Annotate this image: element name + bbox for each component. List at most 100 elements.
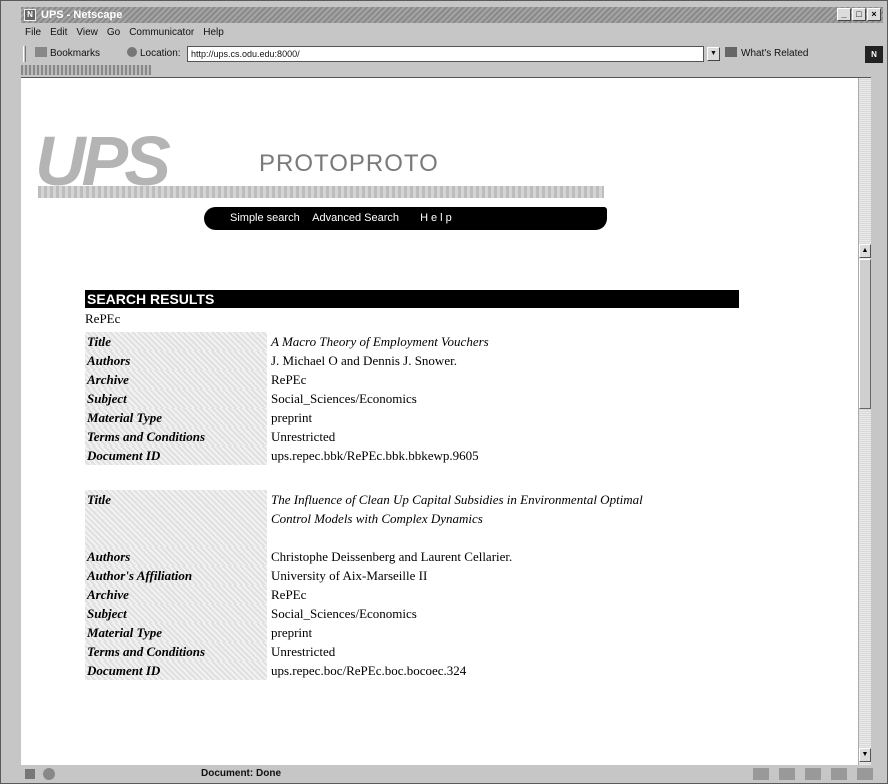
page-content: UPS PROTOPROTO Simple search Advanced Se… [21, 77, 871, 765]
results-source: RePEc [85, 311, 121, 326]
status-bar: Document: Done [21, 765, 883, 783]
field-label: Authors [85, 547, 267, 566]
scroll-up-arrow-icon[interactable]: ▲ [859, 244, 871, 258]
record-row-subject: Subject Social_Sciences/Economics [85, 604, 687, 623]
component-bar [753, 768, 873, 780]
location-label-group: Location: [127, 43, 181, 65]
record-affiliation: University of Aix-Marseille II [271, 568, 428, 583]
record-title[interactable]: A Macro Theory of Employment Vouchers [267, 332, 491, 351]
nav-help[interactable]: Help [420, 212, 455, 224]
field-label: Document ID [85, 661, 267, 680]
record-authors: Christophe Deissenberg and Laurent Cella… [271, 549, 513, 564]
record-row-material: Material Type preprint [85, 408, 491, 427]
whats-related-label: What's Related [741, 48, 809, 59]
site-logo-subtitle: PROTOPROTO [259, 150, 439, 177]
network-status-icon [43, 768, 55, 780]
search-results-header: SEARCH RESULTS [85, 290, 739, 308]
record-document-id: ups.repec.boc/RePEc.boc.bocoec.324 [271, 663, 467, 678]
location-label: Location: [140, 48, 181, 59]
record-row-material: Material Type preprint [85, 623, 687, 642]
result-record: Title The Influence of Clean Up Capital S… [85, 490, 687, 680]
minimize-button[interactable]: _ [837, 8, 851, 21]
bookmark-icon [35, 47, 47, 57]
record-archive: RePEc [271, 372, 307, 387]
record-archive: RePEc [271, 587, 307, 602]
record-authors: J. Michael O and Dennis J. Snower. [271, 353, 457, 368]
title-bar: N UPS - Netscape _ □ × [21, 7, 883, 23]
url-input[interactable]: http://ups.cs.odu.edu:8000/ [187, 46, 704, 62]
collapsed-toolbar-tab[interactable] [21, 65, 151, 75]
close-button[interactable]: × [867, 8, 881, 21]
field-label: Material Type [85, 623, 267, 642]
composer-icon[interactable] [857, 768, 873, 780]
newsgroups-icon[interactable] [805, 768, 821, 780]
record-document-id: ups.repec.bbk/RePEc.bbk.bbkewp.9605 [271, 448, 479, 463]
toolbar-grip[interactable] [23, 46, 26, 62]
record-row-authors: Authors J. Michael O and Dennis J. Snower… [85, 351, 491, 370]
record-row-archive: Archive RePEc [85, 585, 687, 604]
record-row-terms: Terms and Conditions Unrestricted [85, 642, 687, 661]
field-label: Title [85, 332, 267, 351]
record-row-title: Title The Influence of Clean Up Capital S… [85, 490, 687, 547]
bookmarks-button[interactable]: Bookmarks [35, 43, 100, 65]
security-lock-icon[interactable] [25, 769, 35, 779]
nav-advanced-search[interactable]: Advanced Search [312, 212, 399, 224]
location-icon [127, 47, 137, 57]
status-text: Document: Done [201, 768, 281, 779]
site-logo: UPS [35, 122, 171, 200]
menu-help[interactable]: Help [203, 25, 224, 41]
browser-window: N UPS - Netscape _ □ × File Edit View Go… [0, 0, 888, 784]
record-row-affiliation: Author's Affiliation University of Aix-Ma… [85, 566, 687, 585]
menu-bar: File Edit View Go Communicator Help [21, 25, 224, 41]
record-row-authors: Authors Christophe Deissenberg and Lauren… [85, 547, 687, 566]
maximize-button[interactable]: □ [852, 8, 866, 21]
field-label: Subject [85, 604, 267, 623]
record-row-title: Title A Macro Theory of Employment Vouche… [85, 332, 491, 351]
field-label: Title [85, 490, 267, 547]
record-title[interactable]: The Influence of Clean Up Capital Subsid… [267, 490, 687, 547]
record-subject: Social_Sciences/Economics [271, 391, 417, 406]
field-label: Authors [85, 351, 267, 370]
scroll-down-arrow-icon[interactable]: ▼ [859, 748, 871, 762]
menu-file[interactable]: File [25, 25, 41, 41]
record-material-type: preprint [271, 410, 313, 425]
mail-icon[interactable] [779, 768, 795, 780]
record-terms: Unrestricted [271, 429, 336, 444]
menu-go[interactable]: Go [107, 25, 120, 41]
record-material-type: preprint [271, 625, 313, 640]
record-subject: Social_Sciences/Economics [271, 606, 417, 621]
site-nav: Simple search Advanced Search Help [204, 207, 607, 230]
record-row-terms: Terms and Conditions Unrestricted [85, 427, 491, 446]
record-row-archive: Archive RePEc [85, 370, 491, 389]
bookmarks-label: Bookmarks [50, 48, 101, 59]
whats-related-button[interactable]: What's Related [725, 43, 809, 65]
navigator-icon[interactable] [753, 768, 769, 780]
field-label: Material Type [85, 408, 267, 427]
address-book-icon[interactable] [831, 768, 847, 780]
vertical-scrollbar[interactable]: ▲ ▼ [858, 78, 871, 765]
field-label: Terms and Conditions [85, 642, 267, 661]
menu-edit[interactable]: Edit [50, 25, 67, 41]
netscape-app-icon: N [24, 9, 36, 21]
result-record: Title A Macro Theory of Employment Vouche… [85, 332, 491, 465]
window-title: UPS - Netscape [41, 9, 123, 21]
scroll-thumb[interactable] [859, 259, 871, 409]
field-label: Terms and Conditions [85, 427, 267, 446]
field-label: Author's Affiliation [85, 566, 267, 585]
field-label: Subject [85, 389, 267, 408]
record-row-docid: Document ID ups.repec.bbk/RePEc.bbk.bbkew… [85, 446, 491, 465]
record-terms: Unrestricted [271, 644, 336, 659]
record-row-subject: Subject Social_Sciences/Economics [85, 389, 491, 408]
record-row-docid: Document ID ups.repec.boc/RePEc.boc.bocoe… [85, 661, 687, 680]
menu-view[interactable]: View [76, 25, 98, 41]
location-toolbar: Bookmarks Location: http://ups.cs.odu.ed… [21, 43, 883, 65]
menu-communicator[interactable]: Communicator [129, 25, 194, 41]
window-controls: _ □ × [837, 8, 881, 21]
url-dropdown-button[interactable]: ▼ [707, 47, 720, 61]
field-label: Archive [85, 370, 267, 389]
related-icon [725, 47, 737, 57]
field-label: Document ID [85, 446, 267, 465]
nav-simple-search[interactable]: Simple search [230, 212, 300, 224]
netscape-logo[interactable]: N [865, 46, 883, 63]
field-label: Archive [85, 585, 267, 604]
